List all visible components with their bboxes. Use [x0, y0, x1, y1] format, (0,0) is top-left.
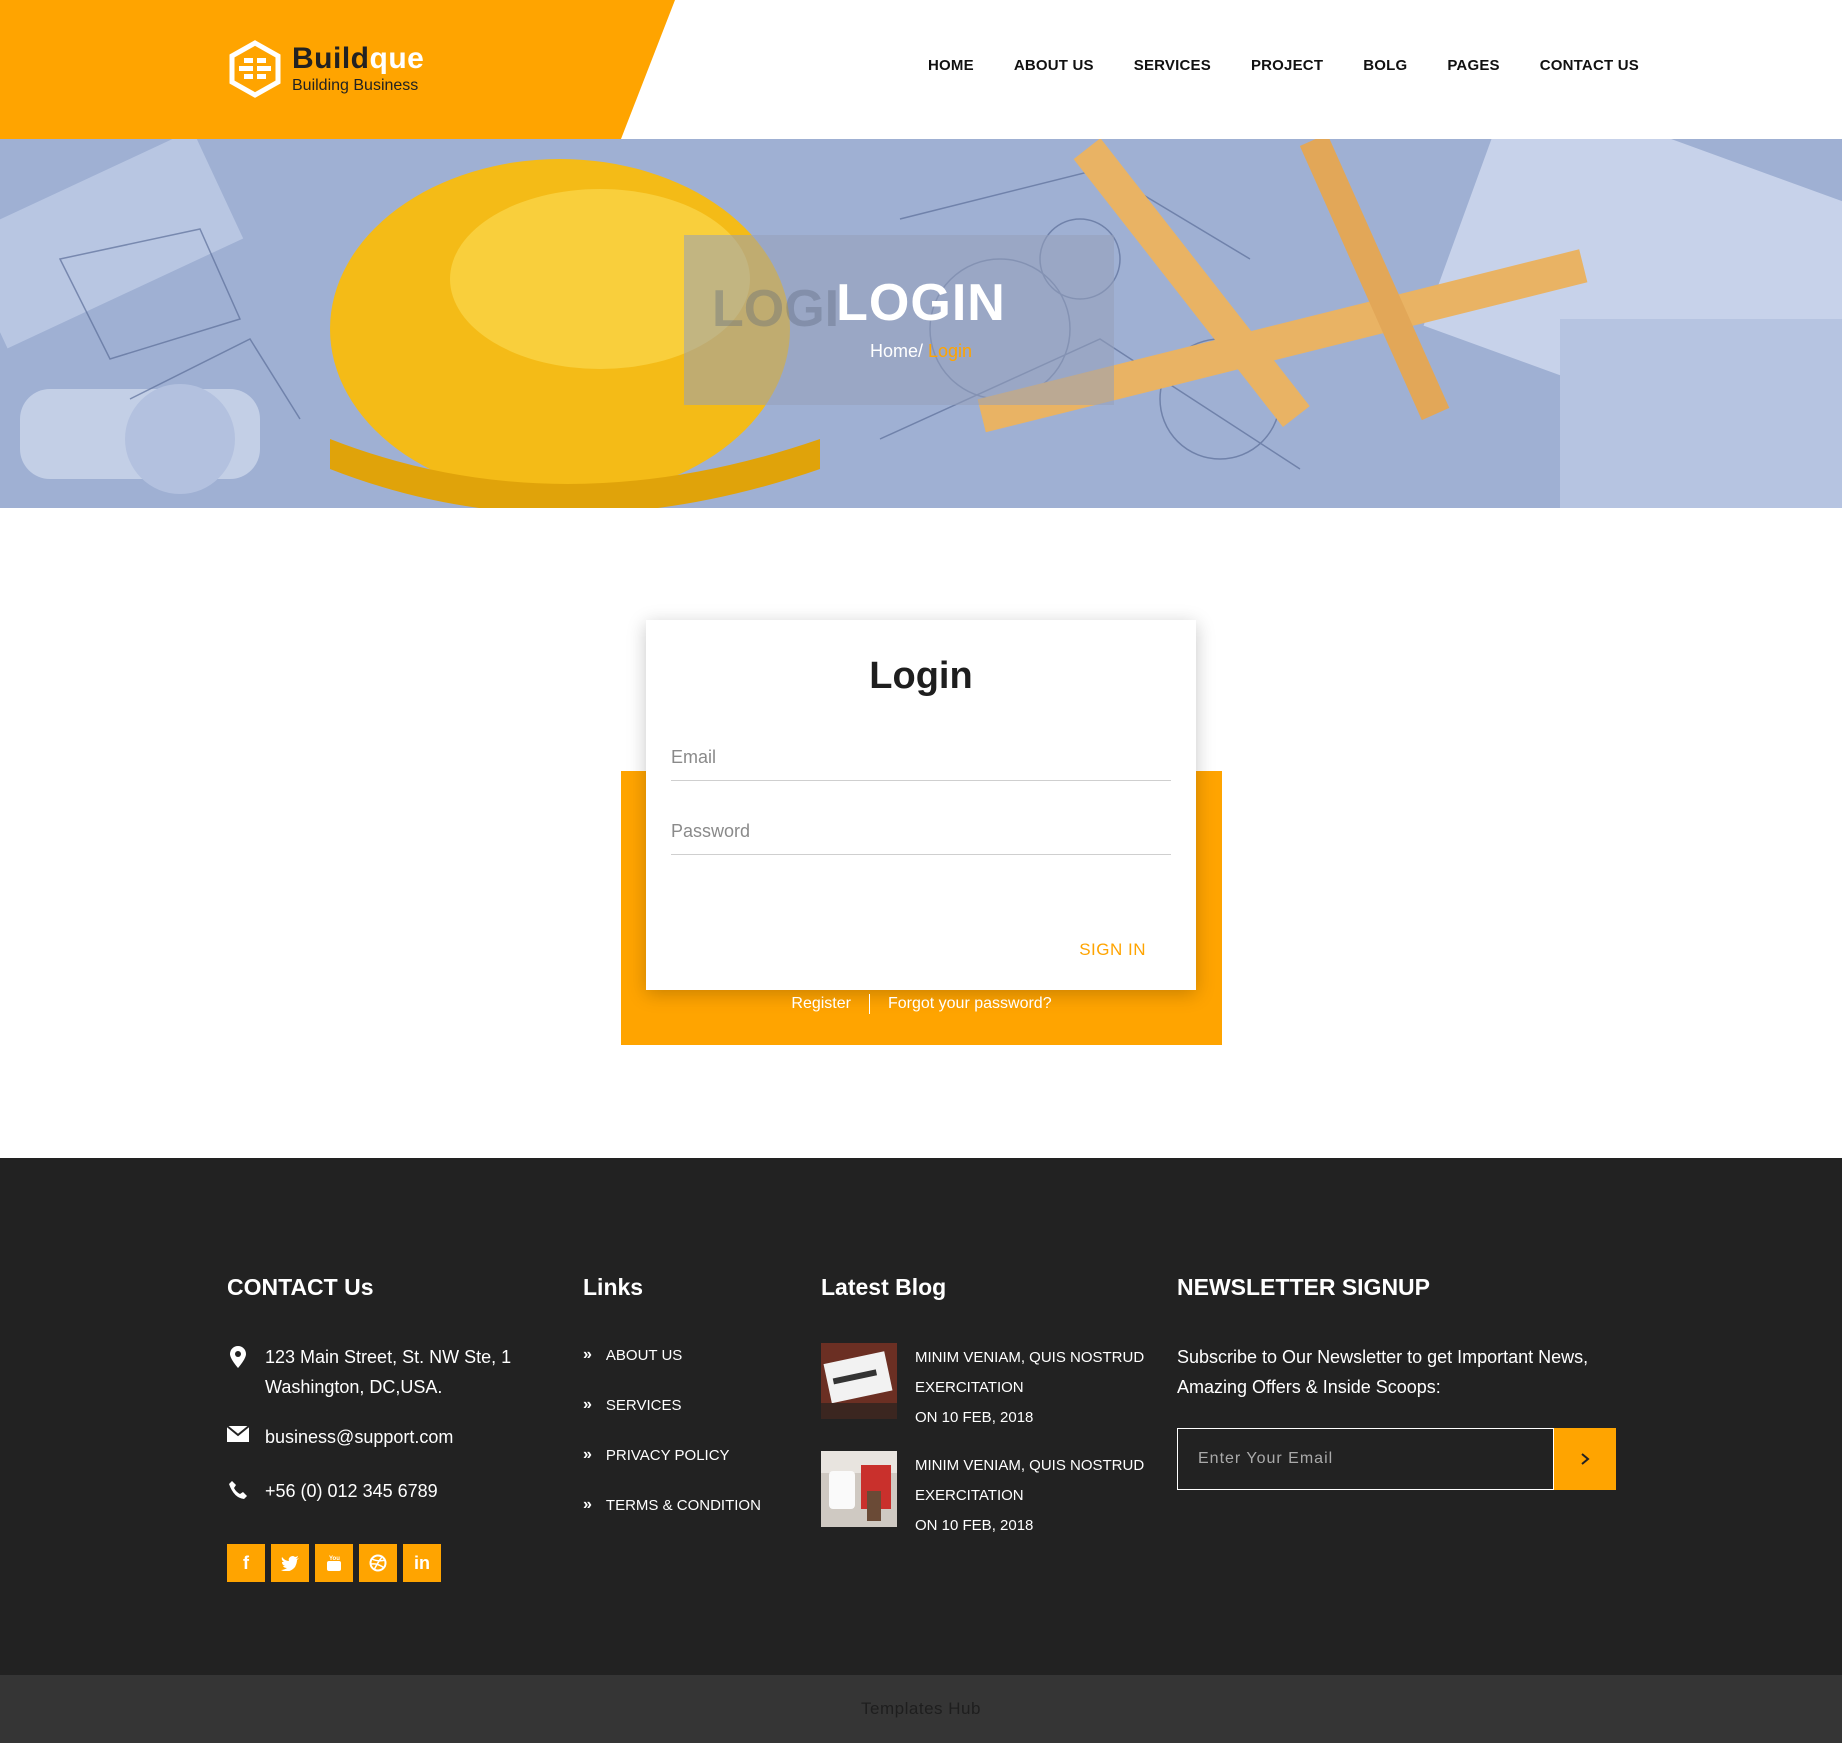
newsletter-form — [1177, 1428, 1616, 1490]
chevron-right-icon — [1581, 1453, 1590, 1465]
blog-thumbnail — [821, 1343, 897, 1419]
newsletter-email-input[interactable] — [1177, 1428, 1554, 1490]
logo-hexagon-icon — [228, 40, 282, 98]
site-header: Buildque Building Business HOME ABOUT US… — [0, 0, 1842, 139]
page-hero-banner: LOGI LOGIN Home/ Login — [0, 139, 1842, 508]
login-title: Login — [869, 655, 973, 697]
breadcrumb-current: Login — [927, 341, 973, 361]
footer-phone-number: +56 (0) 012 345 6789 — [265, 1481, 438, 1501]
footer-email: business@support.com — [227, 1422, 453, 1452]
sign-in-button[interactable]: SIGN IN — [1079, 940, 1146, 960]
site-footer: CONTACT Us 123 Main Street, St. NW Ste, … — [0, 1158, 1842, 1675]
blog-post[interactable]: MINIM VENIAM, QUIS NOSTRUD EXERCITATION … — [821, 1451, 1145, 1541]
page-title: LOGIN — [836, 274, 1006, 332]
nav-blog[interactable]: BOLG — [1363, 57, 1407, 74]
breadcrumb: Home/ Login — [0, 341, 1842, 362]
copyright-bar: Templates Hub — [0, 1675, 1842, 1743]
double-chevron-icon: » — [583, 1496, 592, 1513]
main-nav: HOME ABOUT US SERVICES PROJECT BOLG PAGE… — [928, 57, 1639, 74]
nav-pages[interactable]: PAGES — [1447, 57, 1499, 74]
footer-link-about-us[interactable]: » ABOUT US — [583, 1346, 682, 1364]
logo-title: Buildque — [292, 42, 425, 75]
blog-date: ON 10 FEB, 2018 — [915, 1409, 1034, 1426]
twitter-icon[interactable] — [271, 1544, 309, 1582]
footer-link-services[interactable]: » SERVICES — [583, 1396, 682, 1414]
youtube-icon[interactable]: You — [315, 1544, 353, 1582]
blog-title-line-2: EXERCITATION — [915, 1487, 1024, 1504]
footer-links-heading: Links — [583, 1274, 644, 1300]
login-secondary-links: Register Forgot your password? — [621, 994, 1222, 1014]
address-line-2: Washington, DC,USA. — [265, 1377, 443, 1397]
facebook-icon[interactable]: f — [227, 1544, 265, 1582]
phone-icon — [227, 1476, 249, 1500]
map-pin-icon — [227, 1342, 249, 1368]
footer-newsletter-heading: NEWSLETTER SIGNUP — [1177, 1274, 1431, 1300]
double-chevron-icon: » — [583, 1346, 592, 1363]
blog-post[interactable]: MINIM VENIAM, QUIS NOSTRUD EXERCITATION … — [821, 1343, 1145, 1433]
footer-blog-heading: Latest Blog — [821, 1274, 947, 1300]
password-field[interactable] — [671, 809, 1171, 855]
linkedin-icon[interactable]: in — [403, 1544, 441, 1582]
nav-contact-us[interactable]: CONTACT US — [1540, 57, 1639, 74]
newsletter-submit-button[interactable] — [1554, 1428, 1616, 1490]
footer-email-link[interactable]: business@support.com — [265, 1422, 453, 1452]
register-link[interactable]: Register — [791, 995, 851, 1013]
newsletter-description: Subscribe to Our Newsletter to get Impor… — [1177, 1347, 1589, 1397]
footer-contact-heading: CONTACT Us — [227, 1274, 374, 1300]
nav-about-us[interactable]: ABOUT US — [1014, 57, 1094, 74]
address-line-1: 123 Main Street, St. NW Ste, 1 — [265, 1347, 512, 1367]
svg-text:You: You — [329, 1556, 340, 1562]
blog-thumbnail — [821, 1451, 897, 1527]
double-chevron-icon: » — [583, 1396, 592, 1413]
nav-home[interactable]: HOME — [928, 57, 974, 74]
dribbble-icon[interactable] — [359, 1544, 397, 1582]
blog-title-line-2: EXERCITATION — [915, 1379, 1024, 1396]
copyright-text: Templates Hub — [861, 1699, 981, 1718]
social-links: f You in — [227, 1544, 447, 1582]
email-field[interactable] — [671, 735, 1171, 781]
double-chevron-icon: » — [583, 1446, 592, 1463]
blog-date: ON 10 FEB, 2018 — [915, 1517, 1034, 1534]
blog-title-line-1: MINIM VENIAM, QUIS NOSTRUD — [915, 1349, 1145, 1366]
link-divider — [868, 994, 870, 1014]
footer-address: 123 Main Street, St. NW Ste, 1 Washingto… — [227, 1342, 511, 1402]
footer-link-terms[interactable]: » TERMS & CONDITION — [583, 1496, 761, 1514]
nav-project[interactable]: PROJECT — [1251, 57, 1323, 74]
forgot-password-link[interactable]: Forgot your password? — [888, 995, 1052, 1013]
blog-title-line-1: MINIM VENIAM, QUIS NOSTRUD — [915, 1457, 1145, 1474]
logo-subtitle: Building Business — [292, 77, 419, 94]
site-logo[interactable]: Buildque Building Business — [228, 40, 424, 98]
footer-link-privacy-policy[interactable]: » PRIVACY POLICY — [583, 1446, 730, 1464]
envelope-icon — [227, 1422, 249, 1442]
login-card: Login SIGN IN — [646, 620, 1196, 990]
nav-services[interactable]: SERVICES — [1134, 57, 1211, 74]
breadcrumb-home[interactable]: Home/ — [870, 341, 923, 361]
footer-phone: +56 (0) 012 345 6789 — [227, 1476, 438, 1506]
